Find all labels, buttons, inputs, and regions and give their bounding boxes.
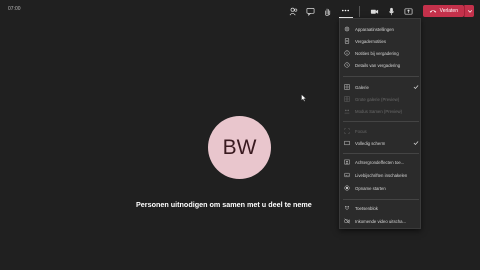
menu-item-label: Apparaatinstellingen — [355, 26, 394, 32]
mouse-cursor-icon — [301, 94, 307, 102]
menu-item-large-gallery: Grote galerie (Preview) — [340, 94, 422, 104]
more-actions-button[interactable] — [338, 4, 353, 18]
focus-icon — [344, 128, 350, 134]
menu-item-label: Focus — [355, 128, 367, 134]
chat-button[interactable] — [304, 4, 318, 18]
fullscreen-icon — [344, 140, 350, 146]
more-actions-menu: Apparaatinstellingen Vergadernotities No… — [339, 18, 421, 229]
menu-item-label: Opname starten — [355, 185, 386, 191]
together-mode-icon — [344, 109, 350, 114]
menu-item-meeting-notes[interactable]: Vergadernotities — [340, 36, 422, 46]
large-gallery-icon — [344, 96, 350, 102]
gear-icon — [344, 26, 350, 32]
meeting-toolbar: Verlaten — [284, 3, 480, 19]
camera-icon — [371, 9, 379, 14]
menu-item-live-captions[interactable]: Livebijschriften inschakelen — [340, 170, 422, 180]
menu-item-label: Achtergrondeffecten toe... — [355, 159, 405, 165]
leave-options-button[interactable] — [464, 5, 474, 17]
menu-item-label: Inkomende video uitscha... — [355, 218, 407, 224]
gallery-icon — [344, 84, 350, 90]
background-effects-icon — [344, 159, 350, 165]
menu-item-fullscreen[interactable]: Volledig scherm — [340, 138, 422, 148]
menu-item-start-recording[interactable]: Opname starten — [340, 183, 422, 193]
menu-item-background-effects[interactable]: Achtergrondeffecten toe... — [340, 157, 422, 167]
chevron-down-icon — [467, 10, 472, 13]
raise-hand-button[interactable] — [321, 4, 335, 18]
menu-divider — [343, 121, 419, 122]
share-button[interactable] — [402, 4, 416, 18]
video-off-icon — [344, 218, 350, 224]
menu-item-label: Details van vergadering — [355, 62, 401, 68]
more-actions-icon — [342, 9, 350, 12]
menu-item-label: Livebijschriften inschakelen — [355, 172, 408, 178]
chat-icon — [306, 7, 315, 16]
meeting-timer: 07:00 — [8, 6, 21, 12]
menu-item-label: Vergadernotities — [355, 38, 387, 44]
toolbar-divider — [358, 5, 360, 17]
menu-item-label: Volledig scherm — [355, 140, 386, 146]
menu-item-together-mode: Modus Samen (Preview) — [340, 106, 422, 116]
info-icon — [344, 50, 350, 56]
menu-divider — [343, 199, 419, 200]
leave-button[interactable]: Verlaten — [422, 5, 464, 17]
notes-icon — [344, 38, 350, 44]
menu-item-meeting-notes-2[interactable]: Notities bij vergadering — [340, 48, 422, 58]
keypad-icon — [345, 206, 349, 210]
menu-divider — [343, 76, 419, 77]
camera-button[interactable] — [368, 4, 382, 18]
leave-label: Verlaten — [439, 8, 458, 14]
share-icon — [404, 7, 413, 15]
raise-hand-icon — [325, 8, 331, 16]
record-icon — [344, 185, 350, 191]
meeting-stage: 07:00 Verlaten BW Personen uitnodigen om… — [0, 0, 480, 270]
menu-item-device-settings[interactable]: Apparaatinstellingen — [340, 24, 422, 34]
menu-item-meeting-details[interactable]: Details van vergadering — [340, 60, 422, 70]
participants-button[interactable] — [287, 4, 301, 18]
details-icon — [344, 62, 350, 68]
menu-item-gallery[interactable]: Galerie — [340, 82, 422, 92]
menu-item-keypad[interactable]: Toetsenblok — [340, 203, 422, 213]
avatar: BW — [208, 116, 271, 179]
menu-item-focus: Focus — [340, 126, 422, 136]
menu-item-label: Grote galerie (Preview) — [355, 96, 400, 102]
microphone-icon — [389, 7, 395, 15]
menu-divider — [343, 153, 419, 154]
menu-item-label: Galerie — [355, 84, 369, 90]
check-icon — [413, 141, 419, 146]
participants-icon — [289, 7, 298, 15]
menu-item-label: Notities bij vergadering — [355, 50, 399, 56]
phone-hangup-icon — [429, 10, 436, 13]
invite-message: Personen uitnodigen om samen met u deel … — [136, 200, 312, 209]
microphone-button[interactable] — [385, 4, 399, 18]
menu-item-label: Modus Samen (Preview) — [355, 108, 403, 114]
menu-item-incoming-video-off[interactable]: Inkomende video uitscha... — [340, 216, 422, 226]
check-icon — [413, 85, 419, 90]
menu-item-label: Toetsenblok — [355, 205, 378, 211]
captions-icon — [344, 172, 350, 178]
